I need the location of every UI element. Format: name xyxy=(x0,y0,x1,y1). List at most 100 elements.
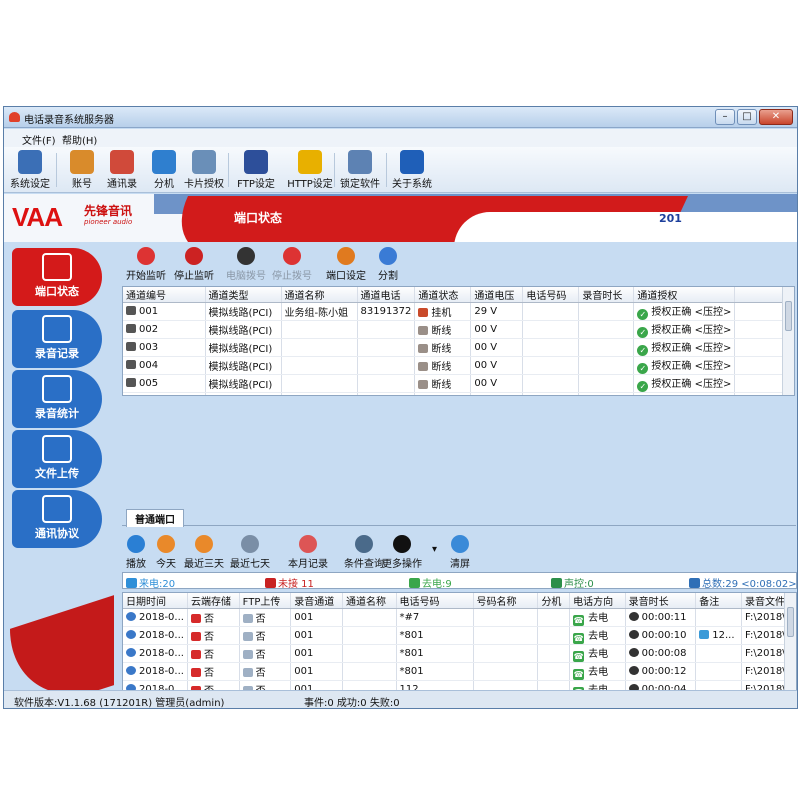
record-cell xyxy=(537,626,571,645)
stat-label: 来电:20 xyxy=(139,579,176,590)
cell-text: 00 V xyxy=(474,342,498,353)
sidebar-item-label: 录音统计 xyxy=(35,407,79,420)
toolbar-gear-user-button[interactable]: 系统设定 xyxy=(8,149,52,191)
port-cell xyxy=(357,356,416,375)
record-tool-1-button[interactable]: 今天 xyxy=(156,535,176,570)
port-row[interactable]: 002 模拟线路(PCI) 断线 00 V ✓ 授权正确 <压控> xyxy=(123,320,792,339)
port-cell: ✓授权正确 <压控> xyxy=(633,302,736,321)
status-bar: 软件版本:V1.1.68 (171201R) 管理员(admin) 事件:0 成… xyxy=(4,690,797,708)
cloud-icon xyxy=(190,632,201,641)
port-tool-label: 分割 xyxy=(378,271,398,282)
record-tool-3-button[interactable]: 最近七天 xyxy=(230,535,270,570)
mic-icon xyxy=(628,648,639,657)
record-column-header[interactable]: 电话号码 xyxy=(396,593,474,609)
record-column-header[interactable]: 日期时间 xyxy=(123,593,188,609)
mic-icon xyxy=(628,612,639,621)
record-cell: 否 xyxy=(187,662,240,681)
record-tool-6-button[interactable]: 更多操作 xyxy=(382,535,422,570)
cell-text: *#7 xyxy=(399,612,420,623)
stat-item: 未接 11 xyxy=(265,575,314,590)
record-tool-2-button[interactable]: 最近三天 xyxy=(184,535,224,570)
sidebar-item-protocol[interactable]: 通讯协议 xyxy=(12,490,102,548)
toolbar-label: 卡片授权 xyxy=(184,179,224,190)
port-column-header[interactable]: 通道编号 xyxy=(123,287,206,303)
port-cell: ✓授权正确 <压控> xyxy=(633,392,736,395)
port-column-header[interactable]: 录音时长 xyxy=(578,287,635,303)
sidebar-item-wrench[interactable]: 文件上传 xyxy=(12,430,102,488)
port-cell xyxy=(578,302,635,321)
port-tool-2-button[interactable]: 电脑拨号 xyxy=(226,247,266,282)
record-tool-icon xyxy=(127,535,145,553)
record-column-header[interactable]: 录音时长 xyxy=(625,593,697,609)
record-tool-0-button[interactable]: 播放 xyxy=(126,535,146,570)
close-button[interactable]: ✕ xyxy=(759,109,793,125)
toolbar-http-button[interactable]: HTTP设定 xyxy=(286,149,334,191)
tab-normal-port[interactable]: 普通端口 xyxy=(126,509,184,527)
sidebar-item-tape[interactable]: 录音记录 xyxy=(12,310,102,368)
menu-help[interactable]: 帮助(H) xyxy=(62,132,97,147)
record-row[interactable]: 2018-0... 否否 001 *801 ☎ 去电 00:00:12 F:\2018\2 xyxy=(123,662,796,681)
record-row[interactable]: 2018-0... 否否 001 *801 ☎ 去电 00:00:10 12... F:\201… xyxy=(123,626,796,645)
record-tool-7-button[interactable]: 清屏 xyxy=(450,535,470,570)
port-column-header[interactable]: 通道电话 xyxy=(357,287,416,303)
record-tool-5-button[interactable]: 条件查询 xyxy=(344,535,384,570)
page-title: 端口状态 xyxy=(234,211,283,225)
call-direction-icon: ☎ xyxy=(573,615,585,626)
minimize-button[interactable]: – xyxy=(715,109,735,125)
toolbar-extension-button[interactable]: 分机 xyxy=(142,149,186,191)
port-column-header[interactable]: 通道名称 xyxy=(281,287,358,303)
toolbar-address-book-button[interactable]: 通讯录 xyxy=(100,149,144,191)
port-tool-5-button[interactable]: 分割 xyxy=(378,247,398,282)
record-column-header[interactable]: 云端存储 xyxy=(187,593,240,609)
port-row[interactable]: 005 模拟线路(PCI) 断线 00 V ✓ 授权正确 <压控> xyxy=(123,374,792,393)
port-tool-4-button[interactable]: 端口设定 xyxy=(326,247,366,282)
record-column-header[interactable]: FTP上传 xyxy=(239,593,292,609)
toolbar-ftp-button[interactable]: FTP设定 xyxy=(234,149,278,191)
more-dropdown-icon[interactable]: ▾ xyxy=(432,544,437,555)
sidebar-item-stats[interactable]: 录音统计 xyxy=(12,370,102,428)
record-cell: ☎去电 xyxy=(569,626,626,645)
port-tool-3-button[interactable]: 停止拨号 xyxy=(272,247,312,282)
port-row[interactable]: 004 模拟线路(PCI) 断线 00 V ✓ 授权正确 <压控> xyxy=(123,356,792,375)
toolbar-lock-button[interactable]: 锁定软件 xyxy=(338,149,382,191)
port-column-header[interactable]: 通道类型 xyxy=(205,287,282,303)
record-row[interactable]: 2018-0... 否否 001 *#7 ☎ 去电 00:00:11 F:\2018\2 xyxy=(123,608,796,627)
port-row[interactable]: 001 模拟线路(PCI) 业务组-陈小姐 83191372 挂机 29 V ✓ 授权正确 <… xyxy=(123,302,792,321)
record-tool-4-button[interactable]: 本月记录 xyxy=(288,535,328,570)
record-column-header[interactable]: 电话方向 xyxy=(569,593,626,609)
record-column-header[interactable]: 分机 xyxy=(537,593,571,609)
toolbar-card-button[interactable]: 卡片授权 xyxy=(182,149,226,191)
port-tool-0-button[interactable]: 开始监听 xyxy=(126,247,166,282)
record-cell: 2018-0... xyxy=(123,644,188,663)
toolbar-label: 关于系统 xyxy=(392,179,432,190)
record-column-header[interactable]: 号码名称 xyxy=(473,593,539,609)
cell-text: 001 xyxy=(294,612,314,623)
sidebar-item-port-status[interactable]: 端口状态 xyxy=(12,248,102,306)
record-row[interactable]: 2018-0... 否否 001 *801 ☎ 去电 00:00:08 F:\2018\2 xyxy=(123,644,796,663)
record-cell xyxy=(473,644,539,663)
port-column-header[interactable]: 电话号码 xyxy=(522,287,580,303)
record-column-header[interactable]: 录音通道 xyxy=(290,593,343,609)
menu-file[interactable]: 文件(F) xyxy=(22,132,56,147)
cell-text: 否 xyxy=(255,614,266,625)
record-column-header[interactable]: 通道名称 xyxy=(342,593,397,609)
port-table-scrollbar[interactable] xyxy=(782,287,794,395)
port-row[interactable]: 006模拟线路(PCI) 断线00 V ✓授权正确 <压控> xyxy=(123,392,792,395)
http-icon xyxy=(298,150,322,174)
port-column-header[interactable]: 通道电压 xyxy=(470,287,524,303)
toolbar-info-button[interactable]: 关于系统 xyxy=(390,149,434,191)
toolbar-label: FTP设定 xyxy=(237,179,275,190)
port-tool-1-button[interactable]: 停止监听 xyxy=(174,247,214,282)
cloud-icon xyxy=(190,614,201,623)
maximize-button[interactable]: □ xyxy=(737,109,757,125)
port-row[interactable]: 003 模拟线路(PCI) 断线 00 V ✓ 授权正确 <压控> xyxy=(123,338,792,357)
record-cell xyxy=(473,608,539,627)
port-column-header[interactable]: 通道状态 xyxy=(414,287,472,303)
toolbar-label: HTTP设定 xyxy=(287,179,333,190)
toolbar-users-button[interactable]: 账号 xyxy=(60,149,104,191)
cell-text: 模拟线路(PCI) xyxy=(208,308,273,319)
record-column-header[interactable]: 备注 xyxy=(695,593,743,609)
toolbar-label: 账号 xyxy=(72,179,92,190)
port-tool-icon xyxy=(283,247,301,265)
port-column-header[interactable]: 通道授权 xyxy=(633,287,736,303)
